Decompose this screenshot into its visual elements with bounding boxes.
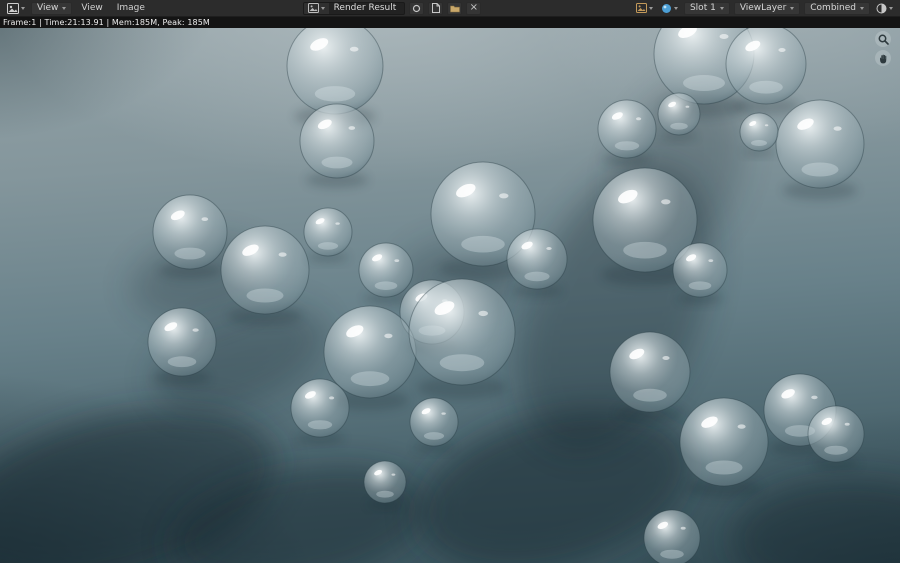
view-layer-dropdown[interactable]: ViewLayer bbox=[733, 1, 801, 15]
view-layer-dropdown-value: ViewLayer bbox=[739, 2, 787, 13]
chevron-down-icon bbox=[21, 6, 25, 10]
image-icon bbox=[635, 3, 647, 13]
slot-dropdown[interactable]: Slot 1 bbox=[683, 1, 730, 15]
pan-tool-button[interactable] bbox=[875, 50, 891, 66]
new-page-icon bbox=[431, 3, 440, 13]
refresh-icon bbox=[413, 4, 421, 12]
menu-image[interactable]: Image bbox=[112, 0, 150, 17]
mode-dropdown[interactable]: View bbox=[31, 1, 73, 15]
chevron-down-icon bbox=[320, 6, 325, 10]
editor-type-dropdown[interactable] bbox=[5, 2, 27, 15]
open-image-button[interactable] bbox=[447, 1, 463, 15]
slot-dropdown-value: Slot 1 bbox=[689, 2, 716, 13]
unlink-icon: × bbox=[469, 2, 478, 13]
header-center: Render Result × bbox=[302, 0, 482, 16]
refresh-button[interactable] bbox=[409, 1, 425, 15]
render-pass-dropdown[interactable]: Combined bbox=[804, 1, 870, 15]
image-icon bbox=[307, 3, 319, 13]
render-stats-text: Frame:1 | Time:21:13.91 | Mem:185M, Peak… bbox=[3, 18, 210, 27]
chevron-down-icon bbox=[62, 6, 67, 10]
chevron-down-icon bbox=[889, 6, 893, 10]
shading-sphere-icon bbox=[661, 3, 671, 13]
mode-dropdown-value: View bbox=[37, 2, 59, 13]
unlink-image-button[interactable]: × bbox=[466, 1, 482, 15]
render-status-bar: Frame:1 | Time:21:13.91 | Mem:185M, Peak… bbox=[0, 17, 900, 28]
chevron-down-icon bbox=[860, 6, 864, 10]
menu-view[interactable]: View bbox=[76, 0, 107, 17]
image-name-field[interactable]: Render Result bbox=[329, 3, 405, 13]
chevron-down-icon bbox=[673, 6, 678, 10]
chevron-down-icon bbox=[648, 6, 653, 10]
magnifier-icon bbox=[878, 34, 889, 45]
render-viewport[interactable] bbox=[0, 28, 900, 563]
browse-image-dropdown[interactable] bbox=[303, 2, 329, 14]
display-mode-dropdown[interactable] bbox=[659, 2, 680, 15]
blender-image-editor: View View Image Render Result × Slot 1 V… bbox=[0, 0, 900, 563]
folder-icon bbox=[449, 5, 460, 12]
render-pass-dropdown-value: Combined bbox=[810, 2, 856, 13]
image-editor-icon bbox=[7, 2, 19, 14]
hand-icon bbox=[879, 54, 886, 63]
chevron-down-icon bbox=[790, 6, 795, 10]
image-datablock-selector: Render Result bbox=[302, 1, 406, 15]
image-editor-header: View View Image Render Result × Slot 1 V… bbox=[0, 0, 900, 17]
header-left: View View Image bbox=[5, 0, 150, 16]
new-image-button[interactable] bbox=[428, 1, 444, 15]
render-result-dropdown[interactable] bbox=[634, 2, 655, 15]
header-right: Slot 1 ViewLayer Combined bbox=[634, 0, 895, 16]
render-image bbox=[0, 28, 900, 563]
zoom-tool-button[interactable] bbox=[875, 31, 891, 47]
viewport-tools bbox=[875, 31, 891, 66]
display-channels-icon bbox=[876, 3, 887, 13]
chevron-down-icon bbox=[719, 6, 724, 10]
display-channels-dropdown[interactable] bbox=[874, 2, 895, 15]
